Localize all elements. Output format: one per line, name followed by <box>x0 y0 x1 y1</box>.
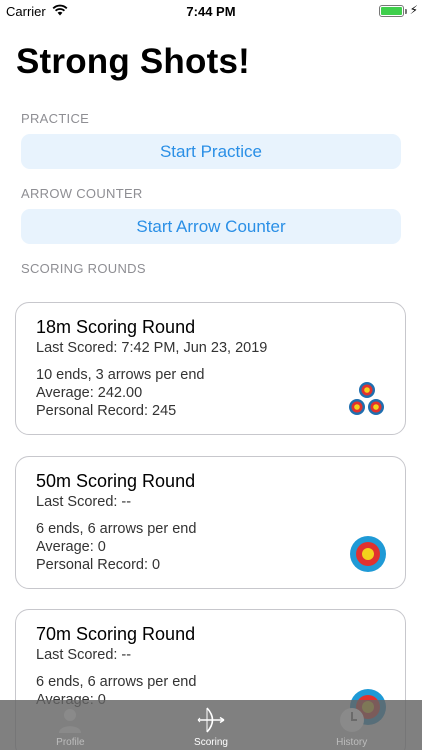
tab-scoring[interactable]: Scoring <box>141 700 282 750</box>
scoring-round-card-50m[interactable]: 50m Scoring Round Last Scored: -- 6 ends… <box>15 456 406 589</box>
tab-label: Scoring <box>194 737 228 748</box>
tab-label: History <box>336 737 368 748</box>
person-icon <box>59 709 82 733</box>
tab-bar: Profile Scoring History <box>0 700 422 750</box>
round-title: 18m Scoring Round <box>36 317 196 337</box>
round-last-scored: Last Scored: -- <box>36 494 132 510</box>
tab-history[interactable]: History <box>281 700 422 750</box>
round-info: 6 ends, 6 arrows per end <box>36 674 197 690</box>
round-last-scored: Last Scored: -- <box>36 647 132 663</box>
battery-tip <box>405 9 407 14</box>
scoring-rounds-header: SCORING ROUNDS <box>21 261 146 276</box>
round-personal-record: Personal Record: 0 <box>36 557 161 573</box>
clock-icon <box>339 708 364 732</box>
charging-bolt-icon: ⚡ <box>409 3 418 17</box>
page-title: Strong Shots! <box>16 42 250 81</box>
start-arrow-counter-button[interactable]: Start Arrow Counter <box>21 209 401 244</box>
battery-icon <box>379 5 404 17</box>
tab-profile[interactable]: Profile <box>0 700 141 750</box>
bow-arrow-icon <box>197 707 225 733</box>
round-last-scored: Last Scored: 7:42 PM, Jun 23, 2019 <box>36 340 268 356</box>
round-title: 50m Scoring Round <box>36 471 196 491</box>
scoring-round-card-18m[interactable]: 18m Scoring Round Last Scored: 7:42 PM, … <box>15 302 406 435</box>
round-title: 70m Scoring Round <box>36 624 196 644</box>
status-time: 7:44 PM <box>186 4 236 19</box>
arrow-counter-header: ARROW COUNTER <box>21 186 143 201</box>
round-personal-record: Personal Record: 245 <box>36 403 177 419</box>
round-average: Average: 242.00 <box>36 385 143 401</box>
status-bar: Carrier 7:44 PM ⚡ <box>0 0 422 22</box>
round-info: 10 ends, 3 arrows per end <box>36 367 205 383</box>
target-icon <box>350 536 386 572</box>
start-practice-button[interactable]: Start Practice <box>21 134 401 169</box>
round-average: Average: 0 <box>36 539 106 555</box>
practice-header: PRACTICE <box>21 111 90 126</box>
triple-target-icon <box>349 382 384 415</box>
tab-label: Profile <box>56 737 85 748</box>
round-info: 6 ends, 6 arrows per end <box>36 521 197 537</box>
